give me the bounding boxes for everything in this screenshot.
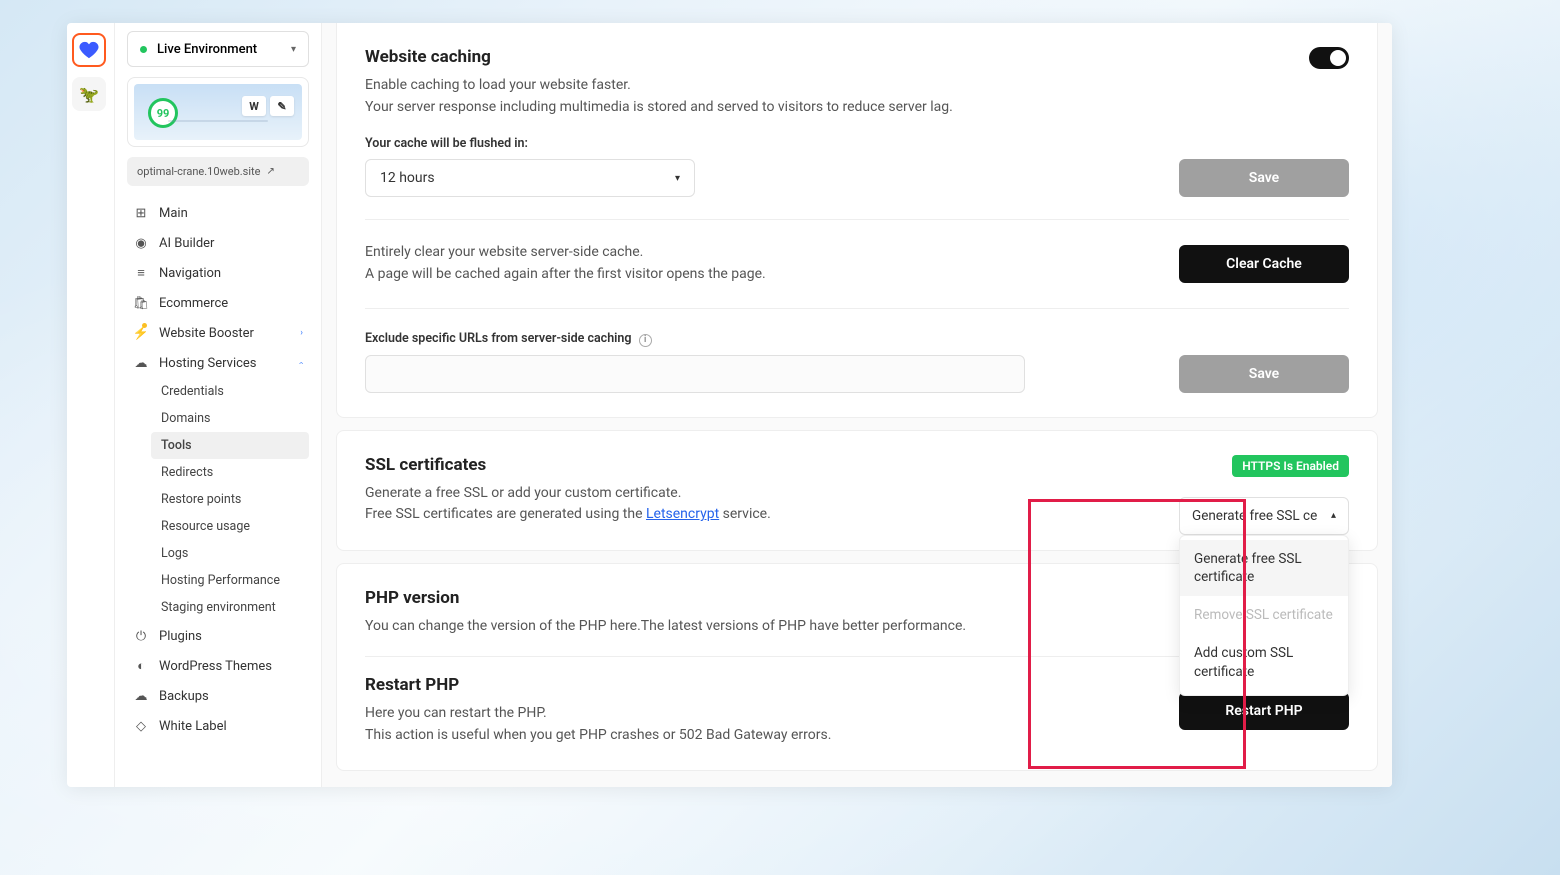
main-content: Website caching Enable caching to load y…	[322, 23, 1392, 787]
menu-icon: ≡	[133, 265, 149, 281]
https-enabled-badge: HTTPS Is Enabled	[1232, 455, 1349, 477]
hosting-submenu: Credentials Domains Tools Redirects Rest…	[127, 378, 309, 621]
clear-desc2: A page will be cached again after the fi…	[365, 264, 766, 286]
sub-performance[interactable]: Hosting Performance	[151, 567, 309, 594]
ssl-desc2: Free SSL certificates are generated usin…	[365, 504, 771, 526]
palette-icon: ◐	[133, 658, 149, 674]
save-cache-button[interactable]: Save	[1179, 159, 1349, 197]
plug-icon: ⏻	[133, 628, 149, 644]
sub-staging[interactable]: Staging environment	[151, 594, 309, 621]
sub-redirects[interactable]: Redirects	[151, 459, 309, 486]
sidebar-nav: ⊞Main ◉AI Builder ≡Navigation 🛍Ecommerce…	[127, 198, 309, 741]
chevron-right-icon: ›	[300, 328, 303, 338]
restart-d1: Here you can restart the PHP.	[365, 703, 831, 725]
sidebar: Live Environment ▾ 99 W ✎ optimal-crane.…	[115, 23, 322, 787]
ssl-title: SSL certificates	[365, 455, 771, 475]
ssl-card: SSL certificates Generate a free SSL or …	[336, 430, 1378, 551]
ssl-desc1: Generate a free SSL or add your custom c…	[365, 483, 771, 505]
cloud-up-icon: ☁	[133, 688, 149, 704]
sub-logs[interactable]: Logs	[151, 540, 309, 567]
caching-desc1: Enable caching to load your website fast…	[365, 75, 953, 97]
site-preview: 99 W ✎	[127, 77, 309, 147]
caching-title: Website caching	[365, 47, 953, 67]
letsencrypt-link[interactable]: Letsencrypt	[646, 506, 719, 522]
info-icon[interactable]: i	[639, 334, 652, 347]
left-rail: 🦖	[67, 23, 115, 787]
exclude-urls-input[interactable]	[365, 355, 1025, 393]
nav-navigation[interactable]: ≡Navigation	[127, 258, 309, 288]
eye-icon: ◉	[133, 235, 149, 251]
nav-ai-builder[interactable]: ◉AI Builder	[127, 228, 309, 258]
notification-dot	[142, 323, 147, 328]
flush-interval-select[interactable]: 12 hours ▾	[365, 159, 695, 197]
dd-generate-ssl[interactable]: Generate free SSL certificate	[1180, 540, 1348, 596]
restart-php-button[interactable]: Restart PHP	[1179, 692, 1349, 730]
restart-d2: This action is useful when you get PHP c…	[365, 725, 831, 747]
edit-icon[interactable]: ✎	[270, 96, 294, 116]
chevron-up-icon: ›	[297, 362, 307, 365]
ssl-action-dropdown[interactable]: Generate free SSL ce ▴	[1179, 497, 1349, 535]
site-url-badge[interactable]: optimal-crane.10web.site ↗	[127, 157, 309, 186]
ssl-dropdown-menu: Generate free SSL certificate Remove SSL…	[1179, 535, 1349, 696]
external-link-icon: ↗	[266, 166, 274, 177]
rocket-icon: ⚡	[133, 325, 149, 341]
bag-icon: 🛍	[133, 295, 149, 311]
performance-score: 99	[148, 98, 178, 128]
caching-card: Website caching Enable caching to load y…	[336, 23, 1378, 418]
sub-restore[interactable]: Restore points	[151, 486, 309, 513]
sub-tools[interactable]: Tools	[151, 432, 309, 459]
status-dot	[140, 46, 147, 53]
divider	[365, 219, 1349, 220]
divider	[365, 308, 1349, 309]
restart-title: Restart PHP	[365, 675, 831, 695]
favorite-icon[interactable]	[72, 33, 106, 67]
sub-resource[interactable]: Resource usage	[151, 513, 309, 540]
chevron-up-icon: ▴	[1331, 510, 1336, 521]
nav-backups[interactable]: ☁Backups	[127, 681, 309, 711]
clear-cache-button[interactable]: Clear Cache	[1179, 245, 1349, 283]
tag-icon: ◇	[133, 718, 149, 734]
dd-custom-ssl[interactable]: Add custom SSL certificate	[1180, 634, 1348, 690]
wordpress-icon[interactable]: W	[242, 96, 266, 116]
cloud-icon: ☁	[133, 355, 149, 371]
sub-credentials[interactable]: Credentials	[151, 378, 309, 405]
nav-main[interactable]: ⊞Main	[127, 198, 309, 228]
caching-desc2: Your server response including multimedi…	[365, 97, 953, 119]
grid-icon: ⊞	[133, 205, 149, 221]
caching-toggle[interactable]	[1309, 47, 1349, 69]
nav-plugins[interactable]: ⏻Plugins	[127, 621, 309, 651]
nav-hosting-services[interactable]: ☁Hosting Services›	[127, 348, 309, 378]
dino-icon[interactable]: 🦖	[72, 77, 106, 111]
environment-select[interactable]: Live Environment ▾	[127, 31, 309, 67]
chevron-down-icon: ▾	[675, 173, 680, 184]
chevron-down-icon: ▾	[291, 44, 296, 55]
flush-label: Your cache will be flushed in:	[365, 136, 1349, 151]
nav-white-label[interactable]: ◇White Label	[127, 711, 309, 741]
nav-ecommerce[interactable]: 🛍Ecommerce	[127, 288, 309, 318]
nav-website-booster[interactable]: ⚡Website Booster›	[127, 318, 309, 348]
nav-themes[interactable]: ◐WordPress Themes	[127, 651, 309, 681]
dd-remove-ssl: Remove SSL certificate	[1180, 596, 1348, 634]
sub-domains[interactable]: Domains	[151, 405, 309, 432]
app-shell: 🦖 Live Environment ▾ 99 W ✎ optimal-cran…	[67, 23, 1392, 787]
site-url: optimal-crane.10web.site	[137, 165, 260, 178]
save-exclude-button[interactable]: Save	[1179, 355, 1349, 393]
env-label: Live Environment	[157, 42, 257, 57]
clear-desc1: Entirely clear your website server-side …	[365, 242, 766, 264]
preview-thumbnail[interactable]: 99 W ✎	[134, 84, 302, 140]
exclude-label: Exclude specific URLs from server-side c…	[365, 331, 1349, 347]
